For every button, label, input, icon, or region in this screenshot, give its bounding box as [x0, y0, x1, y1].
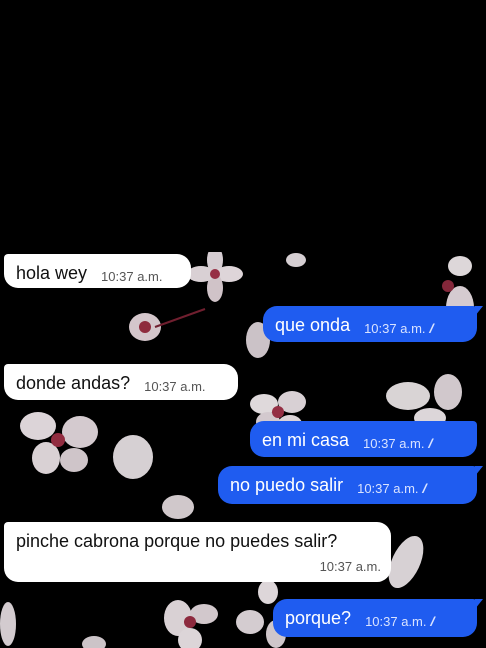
bubble-tail	[475, 599, 483, 609]
blank-top-area	[0, 0, 486, 252]
message-time: 10:37 a.m.	[319, 559, 381, 575]
read-ticks-icon: //	[428, 436, 433, 452]
message-time: 10:37 a.m.	[365, 614, 427, 630]
message-text: hola wey	[16, 263, 88, 284]
message-bubble-incoming[interactable]: pinche cabrona porque no puedes salir? 1…	[4, 522, 391, 582]
message-bubble-outgoing[interactable]: en mi casa 10:37 a.m.//	[250, 421, 477, 457]
message-text: donde andas?	[16, 373, 131, 394]
message-meta: 10:37 a.m.//	[365, 611, 436, 633]
read-ticks-icon: //	[422, 481, 428, 497]
message-meta: 10:37 a.m.//	[364, 318, 435, 340]
message-text: que onda	[275, 315, 351, 336]
bubble-tail	[475, 466, 483, 476]
message-bubble-outgoing[interactable]: que onda 10:37 a.m.//	[263, 306, 477, 342]
message-text: no puedo salir	[230, 475, 344, 496]
message-time: 10:37 a.m.	[363, 436, 425, 452]
message-meta: 10:37 a.m.//	[357, 478, 428, 500]
message-bubble-outgoing[interactable]: porque? 10:37 a.m.//	[273, 599, 477, 637]
message-bubble-incoming[interactable]: donde andas? 10:37 a.m.	[4, 364, 238, 400]
message-text: en mi casa	[262, 430, 350, 451]
bubble-tail	[475, 306, 483, 316]
message-text: porque?	[285, 608, 352, 629]
chat-area[interactable]: hola wey 10:37 a.m. que onda 10:37 a.m.// …	[0, 252, 486, 648]
message-time: 10:37 a.m.	[364, 321, 426, 337]
message-time: 10:37 a.m.	[101, 269, 163, 285]
read-ticks-icon: //	[430, 614, 436, 630]
message-bubble-outgoing[interactable]: no puedo salir 10:37 a.m.//	[218, 466, 477, 504]
message-time: 10:37 a.m.	[144, 379, 206, 395]
message-time: 10:37 a.m.	[357, 481, 419, 497]
message-text: pinche cabrona porque no puedes salir?	[16, 531, 338, 552]
message-bubble-incoming[interactable]: hola wey 10:37 a.m.	[4, 254, 191, 288]
message-meta: 10:37 a.m.//	[363, 433, 433, 455]
read-ticks-icon: //	[429, 321, 435, 337]
